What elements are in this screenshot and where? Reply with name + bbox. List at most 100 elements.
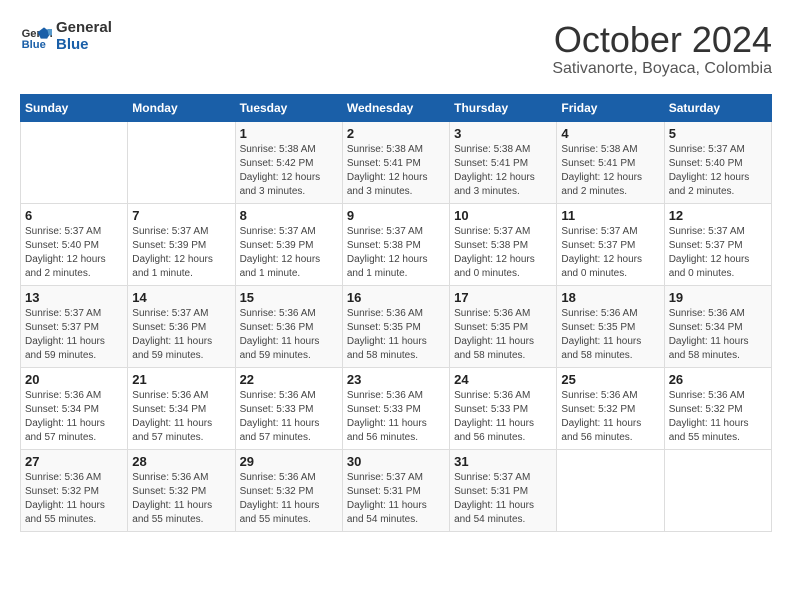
day-cell: 15Sunrise: 5:36 AM Sunset: 5:36 PM Dayli… bbox=[235, 285, 342, 367]
day-info: Sunrise: 5:37 AM Sunset: 5:36 PM Dayligh… bbox=[132, 307, 230, 363]
page-header: General Blue General Blue October 2024 S… bbox=[20, 20, 772, 78]
day-number: 26 bbox=[669, 372, 767, 387]
day-info: Sunrise: 5:36 AM Sunset: 5:33 PM Dayligh… bbox=[240, 389, 338, 445]
day-number: 13 bbox=[25, 290, 123, 305]
day-number: 1 bbox=[240, 126, 338, 141]
day-number: 9 bbox=[347, 208, 445, 223]
svg-text:Blue: Blue bbox=[22, 39, 46, 51]
day-info: Sunrise: 5:37 AM Sunset: 5:38 PM Dayligh… bbox=[454, 225, 552, 281]
day-number: 4 bbox=[561, 126, 659, 141]
day-cell: 26 Sunrise: 5:36 AM Sunset: 5:32 PM Dayli… bbox=[664, 367, 771, 449]
day-cell: 5Sunrise: 5:37 AM Sunset: 5:40 PM Daylig… bbox=[664, 121, 771, 203]
logo-line2: Blue bbox=[56, 37, 112, 54]
day-info: Sunrise: 5:36 AM Sunset: 5:32 PM Dayligh… bbox=[561, 389, 659, 445]
day-cell: 19 Sunrise: 5:36 AM Sunset: 5:34 PM Dayli… bbox=[664, 285, 771, 367]
day-number: 8 bbox=[240, 208, 338, 223]
col-friday: Friday bbox=[557, 94, 664, 121]
day-cell: 18Sunrise: 5:36 AM Sunset: 5:35 PM Dayli… bbox=[557, 285, 664, 367]
logo-icon: General Blue bbox=[20, 21, 52, 53]
col-saturday: Saturday bbox=[664, 94, 771, 121]
day-cell: 10 Sunrise: 5:37 AM Sunset: 5:38 PM Dayli… bbox=[450, 203, 557, 285]
logo: General Blue General Blue bbox=[20, 20, 112, 53]
day-cell bbox=[664, 449, 771, 531]
day-info: Sunrise: 5:36 AM Sunset: 5:35 PM Dayligh… bbox=[561, 307, 659, 363]
day-number: 17 bbox=[454, 290, 552, 305]
col-sunday: Sunday bbox=[21, 94, 128, 121]
day-cell: 28Sunrise: 5:36 AM Sunset: 5:32 PM Dayli… bbox=[128, 449, 235, 531]
calendar-table: Sunday Monday Tuesday Wednesday Thursday… bbox=[20, 94, 772, 532]
day-cell: 22 Sunrise: 5:36 AM Sunset: 5:33 PM Dayli… bbox=[235, 367, 342, 449]
day-cell: 31Sunrise: 5:37 AM Sunset: 5:31 PM Dayli… bbox=[450, 449, 557, 531]
day-number: 12 bbox=[669, 208, 767, 223]
day-cell: 14Sunrise: 5:37 AM Sunset: 5:36 PM Dayli… bbox=[128, 285, 235, 367]
day-cell: 13Sunrise: 5:37 AM Sunset: 5:37 PM Dayli… bbox=[21, 285, 128, 367]
day-info: Sunrise: 5:37 AM Sunset: 5:37 PM Dayligh… bbox=[561, 225, 659, 281]
col-wednesday: Wednesday bbox=[342, 94, 449, 121]
day-number: 24 bbox=[454, 372, 552, 387]
day-number: 15 bbox=[240, 290, 338, 305]
week-row-1: 1 Sunrise: 5:38 AM Sunset: 5:42 PM Daylig… bbox=[21, 121, 772, 203]
calendar-body: 1 Sunrise: 5:38 AM Sunset: 5:42 PM Daylig… bbox=[21, 121, 772, 531]
day-cell: 25Sunrise: 5:36 AM Sunset: 5:32 PM Dayli… bbox=[557, 367, 664, 449]
day-number: 29 bbox=[240, 454, 338, 469]
day-number: 16 bbox=[347, 290, 445, 305]
day-number: 22 bbox=[240, 372, 338, 387]
col-monday: Monday bbox=[128, 94, 235, 121]
day-cell: 2Sunrise: 5:38 AM Sunset: 5:41 PM Daylig… bbox=[342, 121, 449, 203]
col-tuesday: Tuesday bbox=[235, 94, 342, 121]
week-row-5: 27Sunrise: 5:36 AM Sunset: 5:32 PM Dayli… bbox=[21, 449, 772, 531]
week-row-3: 13Sunrise: 5:37 AM Sunset: 5:37 PM Dayli… bbox=[21, 285, 772, 367]
day-cell: 7Sunrise: 5:37 AM Sunset: 5:39 PM Daylig… bbox=[128, 203, 235, 285]
location-subtitle: Sativanorte, Boyaca, Colombia bbox=[552, 60, 772, 78]
day-cell bbox=[128, 121, 235, 203]
calendar-header: Sunday Monday Tuesday Wednesday Thursday… bbox=[21, 94, 772, 121]
day-number: 7 bbox=[132, 208, 230, 223]
day-info: Sunrise: 5:36 AM Sunset: 5:34 PM Dayligh… bbox=[669, 307, 767, 363]
day-number: 27 bbox=[25, 454, 123, 469]
day-info: Sunrise: 5:36 AM Sunset: 5:32 PM Dayligh… bbox=[669, 389, 767, 445]
day-cell: 1 Sunrise: 5:38 AM Sunset: 5:42 PM Daylig… bbox=[235, 121, 342, 203]
day-number: 10 bbox=[454, 208, 552, 223]
day-info: Sunrise: 5:37 AM Sunset: 5:39 PM Dayligh… bbox=[240, 225, 338, 281]
day-number: 30 bbox=[347, 454, 445, 469]
day-cell: 11 Sunrise: 5:37 AM Sunset: 5:37 PM Dayli… bbox=[557, 203, 664, 285]
day-cell: 21 Sunrise: 5:36 AM Sunset: 5:34 PM Dayli… bbox=[128, 367, 235, 449]
day-cell: 6 Sunrise: 5:37 AM Sunset: 5:40 PM Daylig… bbox=[21, 203, 128, 285]
day-info: Sunrise: 5:36 AM Sunset: 5:33 PM Dayligh… bbox=[347, 389, 445, 445]
day-info: Sunrise: 5:37 AM Sunset: 5:37 PM Dayligh… bbox=[669, 225, 767, 281]
week-row-4: 20 Sunrise: 5:36 AM Sunset: 5:34 PM Dayli… bbox=[21, 367, 772, 449]
day-number: 23 bbox=[347, 372, 445, 387]
day-cell: 17 Sunrise: 5:36 AM Sunset: 5:35 PM Dayli… bbox=[450, 285, 557, 367]
day-info: Sunrise: 5:37 AM Sunset: 5:38 PM Dayligh… bbox=[347, 225, 445, 281]
day-info: Sunrise: 5:36 AM Sunset: 5:33 PM Dayligh… bbox=[454, 389, 552, 445]
month-title: October 2024 bbox=[552, 20, 772, 60]
day-info: Sunrise: 5:36 AM Sunset: 5:35 PM Dayligh… bbox=[347, 307, 445, 363]
day-info: Sunrise: 5:36 AM Sunset: 5:35 PM Dayligh… bbox=[454, 307, 552, 363]
day-number: 11 bbox=[561, 208, 659, 223]
day-cell: 29Sunrise: 5:36 AM Sunset: 5:32 PM Dayli… bbox=[235, 449, 342, 531]
day-number: 3 bbox=[454, 126, 552, 141]
day-number: 21 bbox=[132, 372, 230, 387]
day-number: 28 bbox=[132, 454, 230, 469]
day-info: Sunrise: 5:37 AM Sunset: 5:40 PM Dayligh… bbox=[669, 143, 767, 199]
day-info: Sunrise: 5:36 AM Sunset: 5:34 PM Dayligh… bbox=[25, 389, 123, 445]
day-info: Sunrise: 5:38 AM Sunset: 5:42 PM Dayligh… bbox=[240, 143, 338, 199]
day-number: 2 bbox=[347, 126, 445, 141]
day-number: 19 bbox=[669, 290, 767, 305]
day-info: Sunrise: 5:36 AM Sunset: 5:34 PM Dayligh… bbox=[132, 389, 230, 445]
title-block: October 2024 Sativanorte, Boyaca, Colomb… bbox=[552, 20, 772, 78]
day-cell: 9 Sunrise: 5:37 AM Sunset: 5:38 PM Daylig… bbox=[342, 203, 449, 285]
day-number: 6 bbox=[25, 208, 123, 223]
col-thursday: Thursday bbox=[450, 94, 557, 121]
day-number: 20 bbox=[25, 372, 123, 387]
day-cell: 12 Sunrise: 5:37 AM Sunset: 5:37 PM Dayli… bbox=[664, 203, 771, 285]
day-info: Sunrise: 5:38 AM Sunset: 5:41 PM Dayligh… bbox=[454, 143, 552, 199]
logo-line1: General bbox=[56, 20, 112, 37]
day-info: Sunrise: 5:37 AM Sunset: 5:40 PM Dayligh… bbox=[25, 225, 123, 281]
day-cell: 24 Sunrise: 5:36 AM Sunset: 5:33 PM Dayli… bbox=[450, 367, 557, 449]
day-cell: 27Sunrise: 5:36 AM Sunset: 5:32 PM Dayli… bbox=[21, 449, 128, 531]
day-cell: 3 Sunrise: 5:38 AM Sunset: 5:41 PM Daylig… bbox=[450, 121, 557, 203]
day-info: Sunrise: 5:37 AM Sunset: 5:31 PM Dayligh… bbox=[454, 471, 552, 527]
header-row: Sunday Monday Tuesday Wednesday Thursday… bbox=[21, 94, 772, 121]
day-info: Sunrise: 5:38 AM Sunset: 5:41 PM Dayligh… bbox=[561, 143, 659, 199]
